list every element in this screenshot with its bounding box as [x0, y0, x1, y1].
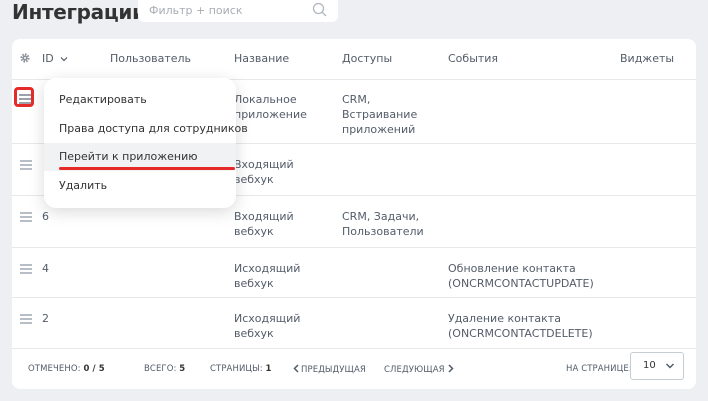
search-placeholder: Фильтр + поиск: [149, 4, 243, 17]
column-header-widgets[interactable]: Виджеты: [620, 52, 674, 65]
per-page-select[interactable]: 10: [630, 352, 684, 380]
per-page-value: 10: [643, 360, 656, 371]
cell-name: Локальное приложение: [234, 93, 307, 121]
cell-events: Удаление контакта (ONCRMCONTACTDELETE): [448, 312, 593, 340]
column-header-id[interactable]: ID: [42, 52, 68, 65]
cell-access: CRM, Встраивание приложений: [342, 93, 418, 136]
table-header: ID Пользователь Название Доступы События…: [12, 39, 696, 80]
cell-access: CRM, Задачи, Пользователи: [342, 210, 424, 238]
page-title: Интеграции: [12, 0, 146, 24]
cell-id: 4: [42, 262, 49, 275]
prev-page-link[interactable]: Предыдущая: [293, 364, 366, 375]
row-menu-icon[interactable]: [20, 160, 32, 172]
sort-chevron-icon: [60, 57, 68, 62]
chevron-right-icon: [448, 364, 454, 373]
cell-name: Входящий вебхук: [234, 210, 294, 238]
next-page-link[interactable]: Следующая: [384, 364, 454, 375]
column-header-id-label: ID: [42, 52, 54, 65]
row-menu-icon[interactable]: [20, 314, 32, 326]
red-underline-annotation: [59, 167, 235, 170]
column-header-access[interactable]: Доступы: [342, 52, 392, 65]
cell-id: 2: [42, 312, 49, 325]
selected-count: Отмечено: 0 / 5: [28, 364, 105, 374]
cell-id: 6: [42, 210, 49, 223]
pages-count: Страницы: 1: [210, 364, 272, 374]
column-header-user[interactable]: Пользователь: [110, 52, 191, 65]
chevron-left-icon: [293, 364, 299, 373]
table-row: 4 Исходящий вебхук Обновление контакта (…: [12, 248, 696, 298]
row-menu-button-highlighted[interactable]: [14, 87, 34, 107]
menu-item-access-rights[interactable]: Права доступа для сотрудников: [44, 115, 248, 143]
per-page-label: На странице:: [566, 364, 632, 374]
row-menu-icon[interactable]: [20, 264, 32, 276]
row-menu-icon[interactable]: [20, 212, 32, 224]
cell-events: Обновление контакта (ONCRMCONTACTUPDATE): [448, 262, 594, 290]
menu-item-delete[interactable]: Удалить: [44, 172, 236, 200]
menu-item-open-app[interactable]: Перейти к приложению: [44, 143, 236, 171]
gear-icon[interactable]: [19, 52, 31, 64]
search-input[interactable]: Фильтр + поиск: [138, 0, 338, 22]
total-count: Всего: 5: [144, 364, 186, 374]
cell-name: Исходящий вебхук: [234, 312, 301, 340]
row-context-menu: Редактировать Права доступа для сотрудни…: [44, 78, 248, 208]
table-row: 2 Исходящий вебхук Удаление контакта (ON…: [12, 298, 696, 349]
table-footer: Отмечено: 0 / 5 Всего: 5 Страницы: 1 Пре…: [12, 349, 696, 389]
cell-name: Исходящий вебхук: [234, 262, 301, 290]
column-header-name[interactable]: Название: [234, 52, 289, 65]
chevron-down-icon: [665, 363, 675, 369]
search-icon[interactable]: [312, 2, 328, 18]
cell-name: Входящий вебхук: [234, 158, 294, 186]
column-header-events[interactable]: События: [448, 52, 498, 65]
row-menu-icon: [19, 94, 31, 106]
menu-item-edit[interactable]: Редактировать: [44, 86, 236, 114]
